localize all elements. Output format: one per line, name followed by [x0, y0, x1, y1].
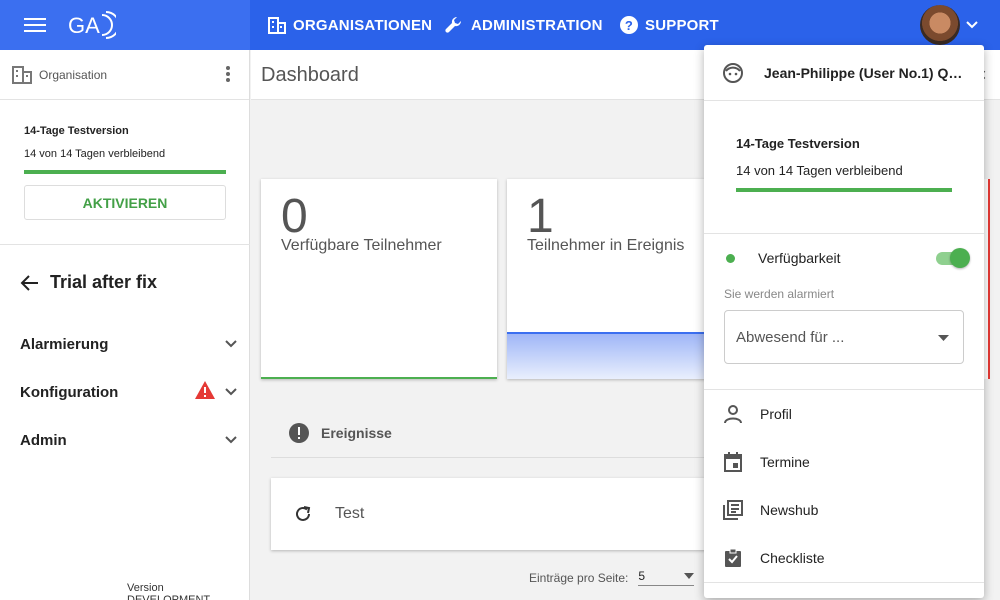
arrow-back-icon	[20, 274, 38, 291]
page-size-select[interactable]: 5	[638, 569, 695, 586]
sidebar-item-label: Konfiguration	[20, 383, 119, 401]
nav-organisationen[interactable]: ORGANISATIONEN	[268, 0, 432, 50]
stat-label: Teilnehmer in Ereignis	[527, 237, 685, 254]
page-size-value: 5	[638, 569, 646, 583]
person-icon	[724, 405, 742, 424]
event-row[interactable]: Test	[271, 478, 711, 550]
nav-label: ORGANISATIONEN	[293, 16, 433, 34]
chevron-down-icon[interactable]	[964, 17, 980, 33]
availability-label: Verfügbarkeit	[758, 250, 841, 266]
chevron-down-icon	[225, 340, 237, 348]
stat-card-edge	[984, 179, 990, 379]
trial-title: 14-Tage Testversion	[736, 136, 860, 151]
stat-card-in-event[interactable]: 1 Teilnehmer in Ereignis	[507, 179, 707, 379]
top-bar: GA ORGANISATIONEN ADMINISTRATION ? SUPPO…	[0, 0, 1000, 50]
chevron-down-icon	[225, 388, 237, 396]
menu-item-newshub[interactable]: Newshub	[704, 486, 984, 534]
section-title: Trial after fix	[50, 272, 158, 292]
organisation-label: Organisation	[39, 68, 108, 82]
nav-administration[interactable]: ADMINISTRATION	[444, 0, 603, 50]
building-icon	[268, 17, 286, 34]
trial-remaining: 14 von 14 Tagen verbleibend	[24, 148, 166, 160]
event-label: Test	[335, 505, 365, 522]
status-dot	[726, 253, 735, 263]
trial-remaining: 14 von 14 Tagen verbleibend	[736, 163, 903, 178]
menu-item-label: Newshub	[760, 502, 819, 518]
divider	[704, 582, 984, 583]
building-icon	[12, 66, 32, 84]
page-title: Dashboard	[261, 64, 359, 86]
menu-item-label: Profil	[760, 406, 792, 422]
trial-info: 14-Tage Testversion 14 von 14 Tagen verb…	[736, 136, 952, 192]
events-header: Ereignisse	[271, 408, 711, 458]
calendar-icon	[724, 452, 742, 472]
sidebar-item-konfiguration[interactable]: Konfiguration	[20, 377, 238, 407]
nav-support[interactable]: ? SUPPORT	[620, 0, 719, 50]
face-icon	[723, 62, 743, 83]
back-button[interactable]: Trial after fix	[20, 272, 157, 293]
absent-select[interactable]: Abwesend für ...	[724, 310, 964, 364]
menu-icon[interactable]	[24, 15, 46, 35]
nav-label: SUPPORT	[645, 16, 719, 34]
menu-item-label: Checkliste	[760, 550, 825, 566]
menu-item-termine[interactable]: Termine	[704, 438, 984, 486]
activate-button[interactable]: AKTIVIEREN	[24, 185, 226, 220]
stat-label: Verfügbare Teilnehmer	[281, 237, 442, 254]
help-icon: ?	[620, 16, 638, 34]
sidebar: Organisation 14-Tage Testversion 14 von …	[0, 50, 250, 600]
user-header[interactable]: Jean-Philippe (User No.1) Quéménéur	[704, 45, 984, 101]
sidebar-item-label: Alarmierung	[20, 335, 109, 353]
user-name: Jean-Philippe (User No.1) Quéménéur	[764, 64, 970, 81]
nav-label: ADMINISTRATION	[471, 16, 603, 34]
wrench-icon	[445, 16, 462, 33]
trial-info: 14-Tage Testversion 14 von 14 Tagen verb…	[24, 125, 226, 174]
divider	[0, 244, 250, 245]
news-icon	[723, 500, 743, 520]
alarm-hint: Sie werden alarmiert	[724, 287, 835, 301]
stat-fill	[507, 332, 707, 379]
user-menu-panel: Jean-Philippe (User No.1) Quéménéur 14-T…	[704, 45, 984, 598]
more-vert-icon[interactable]	[222, 65, 234, 85]
sidebar-item-admin[interactable]: Admin	[20, 425, 238, 455]
logo-area: GA	[0, 0, 250, 50]
refresh-icon	[296, 506, 311, 521]
menu-item-label: Termine	[760, 454, 810, 470]
sidebar-item-alarmierung[interactable]: Alarmierung	[20, 329, 238, 359]
menu-item-profil[interactable]: Profil	[704, 390, 984, 438]
dropdown-arrow-icon	[938, 335, 949, 341]
avatar[interactable]	[920, 5, 960, 45]
page-size-label: Einträge pro Seite:	[529, 570, 629, 585]
availability-toggle[interactable]	[934, 248, 970, 268]
absent-select-value: Abwesend für ...	[736, 328, 845, 346]
stat-card-available[interactable]: 0 Verfügbare Teilnehmer	[261, 179, 497, 379]
menu-item-checkliste[interactable]: Checkliste	[704, 534, 984, 582]
stat-value: 0	[281, 190, 308, 243]
trial-title: 14-Tage Testversion	[24, 125, 129, 137]
chevron-down-icon	[225, 436, 237, 444]
events-title: Ereignisse	[321, 424, 392, 441]
trial-progress-bar	[24, 170, 226, 174]
svg-text:?: ?	[625, 18, 633, 33]
version-label: Version DEVELOPMENT	[127, 582, 211, 600]
checklist-icon	[725, 548, 741, 567]
sidebar-header: Organisation	[0, 50, 249, 100]
pagination: Einträge pro Seite: 5	[529, 569, 695, 586]
dropdown-arrow-icon	[684, 573, 695, 579]
divider	[704, 233, 984, 234]
availability-row: Verfügbarkeit	[726, 248, 970, 268]
sidebar-item-label: Admin	[20, 431, 67, 449]
trial-progress-bar	[736, 188, 952, 192]
app-logo[interactable]: GA	[68, 9, 120, 46]
warning-icon	[195, 381, 215, 399]
stat-value: 1	[527, 190, 554, 243]
alert-circle-icon	[289, 422, 309, 443]
svg-text:GA: GA	[68, 13, 100, 38]
